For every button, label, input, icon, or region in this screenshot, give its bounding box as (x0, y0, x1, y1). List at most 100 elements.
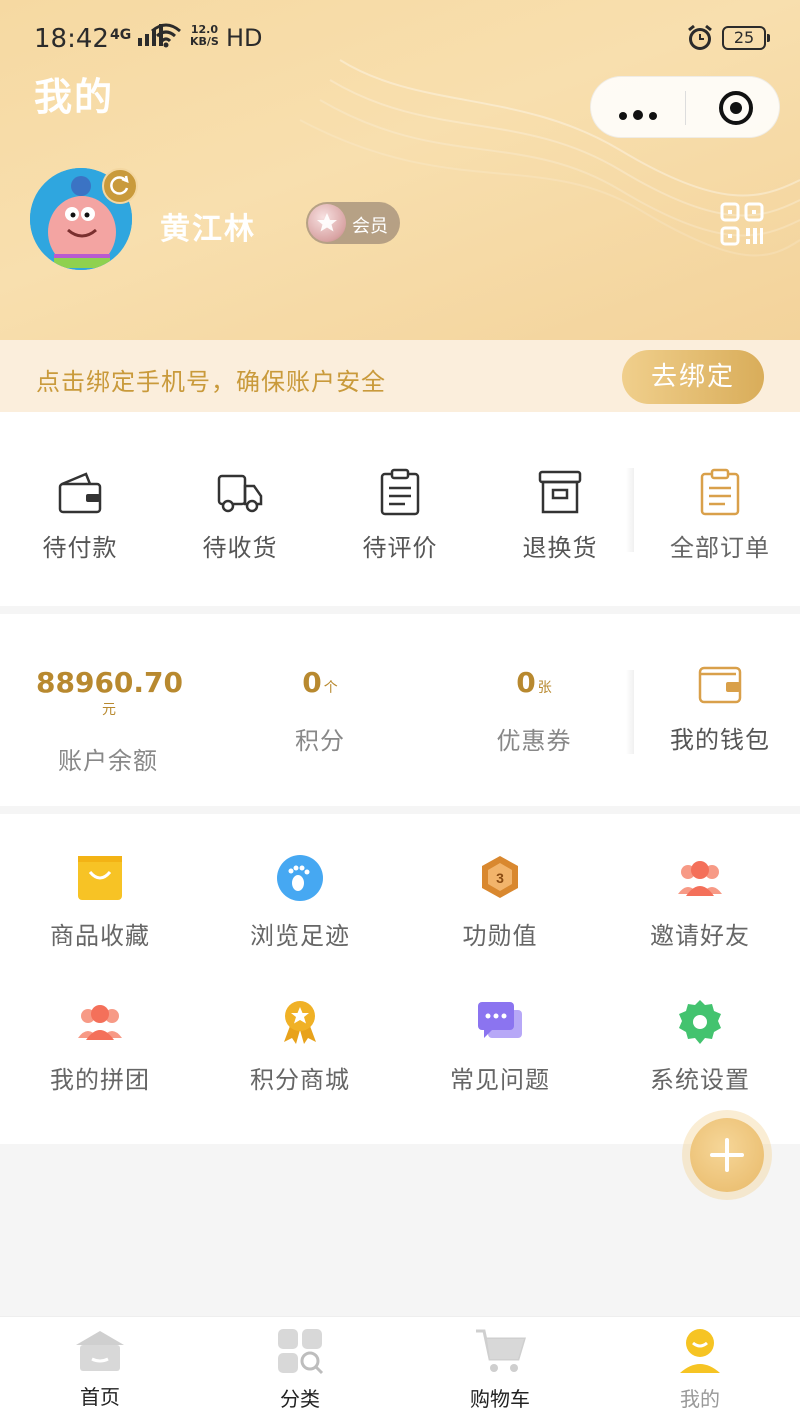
order-label: 全部订单 (670, 534, 770, 562)
avatar-refresh-badge[interactable] (102, 168, 138, 204)
coupons-value: 0 (516, 666, 536, 699)
service-label: 功勋值 (462, 922, 538, 950)
tab-category[interactable]: 分类 (200, 1327, 400, 1412)
box-icon (538, 470, 582, 514)
profile-icon (680, 1329, 720, 1373)
member-label: 会员 (352, 216, 388, 237)
page-title: 我的 (34, 75, 115, 119)
orders-divider (626, 468, 634, 552)
service-faq[interactable]: 常见问题 (400, 998, 600, 1095)
close-target-icon[interactable] (719, 91, 753, 125)
order-label: 退换货 (522, 534, 598, 562)
home-icon (76, 1331, 124, 1371)
service-label: 积分商城 (250, 1066, 350, 1094)
speed-unit: KB/S (190, 35, 219, 48)
service-merit[interactable]: 3 功勋值 (400, 854, 600, 951)
all-orders-icon (700, 468, 740, 516)
service-label: 常见问题 (450, 1066, 550, 1094)
refresh-icon (110, 175, 129, 195)
orders-card: 待付款 待收货 待评价 退换货 全部订单 (0, 412, 800, 606)
alarm-icon (688, 24, 712, 50)
tab-label: 购物车 (470, 1387, 530, 1411)
service-label: 邀请好友 (650, 922, 750, 950)
service-label: 浏览足迹 (250, 922, 350, 950)
services-card: 商品收藏 浏览足迹 3 功勋值 邀请好友 我的拼团 积分商城 常见问题 系统设置 (0, 814, 800, 1144)
truck-icon (217, 474, 263, 513)
tab-profile[interactable]: 我的 (600, 1327, 800, 1412)
order-label: 待付款 (42, 534, 118, 562)
award-icon (284, 1001, 316, 1044)
coupons-unit: 张 (537, 680, 552, 696)
my-wallet[interactable]: 我的钱包 (650, 660, 790, 755)
points[interactable]: 0个 积分 (270, 666, 370, 756)
battery-indicator: 25 (722, 26, 770, 50)
service-label: 商品收藏 (50, 922, 150, 950)
account-balance[interactable]: 88960.70 元 账户余额 (36, 666, 184, 776)
order-pending-delivery[interactable]: 待收货 (170, 468, 310, 563)
tab-home[interactable]: 首页 (0, 1327, 200, 1410)
wallet-icon (58, 472, 102, 514)
add-fab-button[interactable] (690, 1118, 764, 1192)
service-label: 我的拼团 (50, 1066, 150, 1094)
footprint-icon (277, 855, 323, 901)
order-all[interactable]: 全部订单 (650, 468, 790, 563)
group-buy-icon (78, 1005, 122, 1040)
wifi-icon (151, 23, 181, 48)
tab-label: 我的 (680, 1387, 720, 1411)
service-invite[interactable]: 邀请好友 (600, 854, 800, 951)
more-icon[interactable] (619, 105, 663, 124)
member-star-icon (308, 204, 346, 242)
balance-label: 账户余额 (58, 747, 158, 775)
coupons-label: 优惠券 (496, 727, 572, 755)
service-points-mall[interactable]: 积分商城 (200, 998, 400, 1095)
hd-indicator: HD (226, 24, 263, 52)
tab-label: 首页 (80, 1385, 120, 1409)
coupons[interactable]: 0张 优惠券 (484, 666, 584, 756)
chat-icon (478, 1002, 522, 1038)
capsule-divider (685, 91, 686, 125)
order-label: 待评价 (362, 534, 438, 562)
service-favorites[interactable]: 商品收藏 (0, 854, 200, 951)
order-pending-payment[interactable]: 待付款 (10, 468, 150, 563)
bind-phone-button[interactable]: 去绑定 (622, 350, 764, 404)
tab-cart[interactable]: 购物车 (400, 1327, 600, 1412)
qr-code-icon[interactable] (720, 202, 764, 246)
profile-header: 18:42 4G 12.0 KB/S HD 25 我的 黄江林 会员 (0, 0, 800, 340)
status-time: 18:42 (34, 24, 109, 54)
miniprogram-capsule (590, 76, 780, 138)
username: 黄江林 (160, 212, 256, 247)
service-label: 系统设置 (650, 1066, 750, 1094)
member-badge[interactable]: 会员 (306, 202, 400, 244)
shopping-bag-icon (78, 856, 122, 900)
wallet-label: 我的钱包 (670, 726, 770, 754)
order-returns[interactable]: 退换货 (490, 468, 630, 563)
settings-icon (679, 1000, 721, 1044)
star-icon (317, 213, 337, 232)
service-settings[interactable]: 系统设置 (600, 998, 800, 1095)
points-label: 积分 (295, 727, 345, 755)
cart-icon (476, 1329, 526, 1372)
bind-phone-bar: 点击绑定手机号，确保账户安全 去绑定 (0, 340, 800, 412)
order-label: 待收货 (202, 534, 278, 562)
balance-value: 88960.70 (36, 666, 184, 699)
svg-text:3: 3 (496, 870, 504, 886)
order-pending-review[interactable]: 待评价 (330, 468, 470, 563)
balance-unit: 元 (102, 702, 116, 718)
assets-card: 88960.70元 账户余额 0个 积分 0张 优惠券 我的钱包 (0, 614, 800, 806)
status-bar: 18:42 4G 12.0 KB/S HD 25 (0, 18, 800, 62)
wallet-icon (698, 666, 742, 704)
points-value: 0 (302, 666, 322, 699)
service-group-buy[interactable]: 我的拼团 (0, 998, 200, 1095)
clipboard-icon (380, 468, 420, 516)
bottom-tab-bar: 首页 分类 购物车 我的 (0, 1316, 800, 1422)
tab-label: 分类 (280, 1387, 320, 1411)
points-unit: 个 (323, 680, 338, 696)
network-type: 4G (110, 27, 132, 43)
service-history[interactable]: 浏览足迹 (200, 854, 400, 951)
network-speed: 12.0 KB/S (190, 24, 219, 48)
invite-friends-icon (678, 861, 722, 896)
medal-icon: 3 (482, 856, 518, 898)
assets-divider (626, 670, 634, 754)
bind-phone-text: 点击绑定手机号，确保账户安全 (36, 368, 386, 396)
category-icon (278, 1329, 324, 1375)
